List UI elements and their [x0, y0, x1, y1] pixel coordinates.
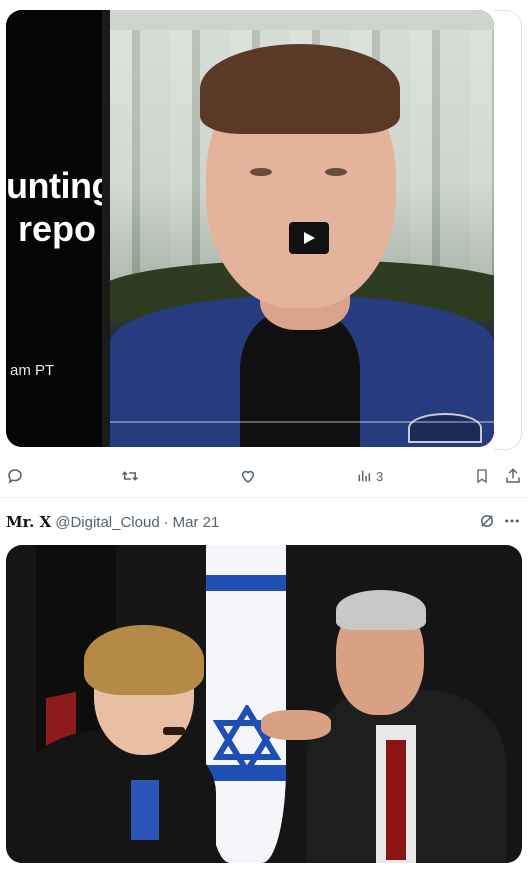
- thumbnail-text-line-2: ; repo: [6, 208, 97, 249]
- thumbnail-text-line-1: unting: [6, 165, 102, 206]
- author-handle[interactable]: @Digital_Cloud: [55, 514, 159, 531]
- tweet-divider: [0, 497, 528, 498]
- jacket-patch: [408, 413, 482, 443]
- person-eye-left: [250, 168, 272, 176]
- tweet-action-bar: 3: [0, 458, 528, 494]
- person-right-hair: [336, 590, 426, 630]
- more-icon: [505, 519, 519, 523]
- bookmark-button[interactable]: [474, 466, 490, 486]
- header-separator: ·: [163, 513, 169, 531]
- play-button[interactable]: [289, 222, 329, 254]
- grok-button[interactable]: [478, 512, 498, 532]
- share-icon: [506, 468, 520, 483]
- views-count: 3: [376, 468, 384, 484]
- retweet-icon: [121, 471, 139, 481]
- tweet-media-photo[interactable]: [6, 545, 522, 863]
- more-button[interactable]: [503, 512, 523, 532]
- thumbnail-text-line-3: am PT: [10, 362, 55, 379]
- israeli-flag-stripe-top: [206, 575, 286, 591]
- person-eye-right: [325, 168, 347, 176]
- person-left-hair: [84, 625, 204, 695]
- tweet-media-video[interactable]: unting ; repo am PT: [6, 10, 494, 447]
- tweet-card-border: [494, 10, 522, 450]
- analytics-icon: [358, 470, 371, 482]
- heart-icon: [241, 470, 255, 483]
- person-right-pointing-hand: [261, 710, 331, 740]
- author-display-name[interactable]: Mr. X: [6, 513, 51, 531]
- media-divider: [102, 10, 110, 447]
- person-left-blouse: [131, 780, 159, 840]
- share-button[interactable]: [504, 466, 522, 486]
- like-button[interactable]: [239, 466, 257, 486]
- person-right-tie: [386, 740, 406, 860]
- reply-button[interactable]: [6, 466, 24, 486]
- person-left-body: [16, 730, 216, 863]
- video-progress-bar[interactable]: [110, 421, 494, 423]
- drawn-mustache: [163, 727, 185, 735]
- play-icon: [304, 232, 315, 244]
- media-left-thumbnail[interactable]: unting ; repo am PT: [6, 10, 102, 447]
- views-button[interactable]: 3: [356, 466, 383, 486]
- retweet-button[interactable]: [120, 466, 140, 486]
- israeli-flag: [206, 545, 286, 863]
- tweet-header: Mr. X @Digital_Cloud · Mar 21: [6, 512, 219, 532]
- person-shirt: [240, 310, 360, 447]
- grok-icon: [481, 515, 493, 527]
- bookmark-icon: [477, 469, 487, 484]
- reply-icon: [8, 469, 22, 484]
- tweet-date[interactable]: Mar 21: [173, 514, 220, 531]
- person-hair: [200, 44, 400, 134]
